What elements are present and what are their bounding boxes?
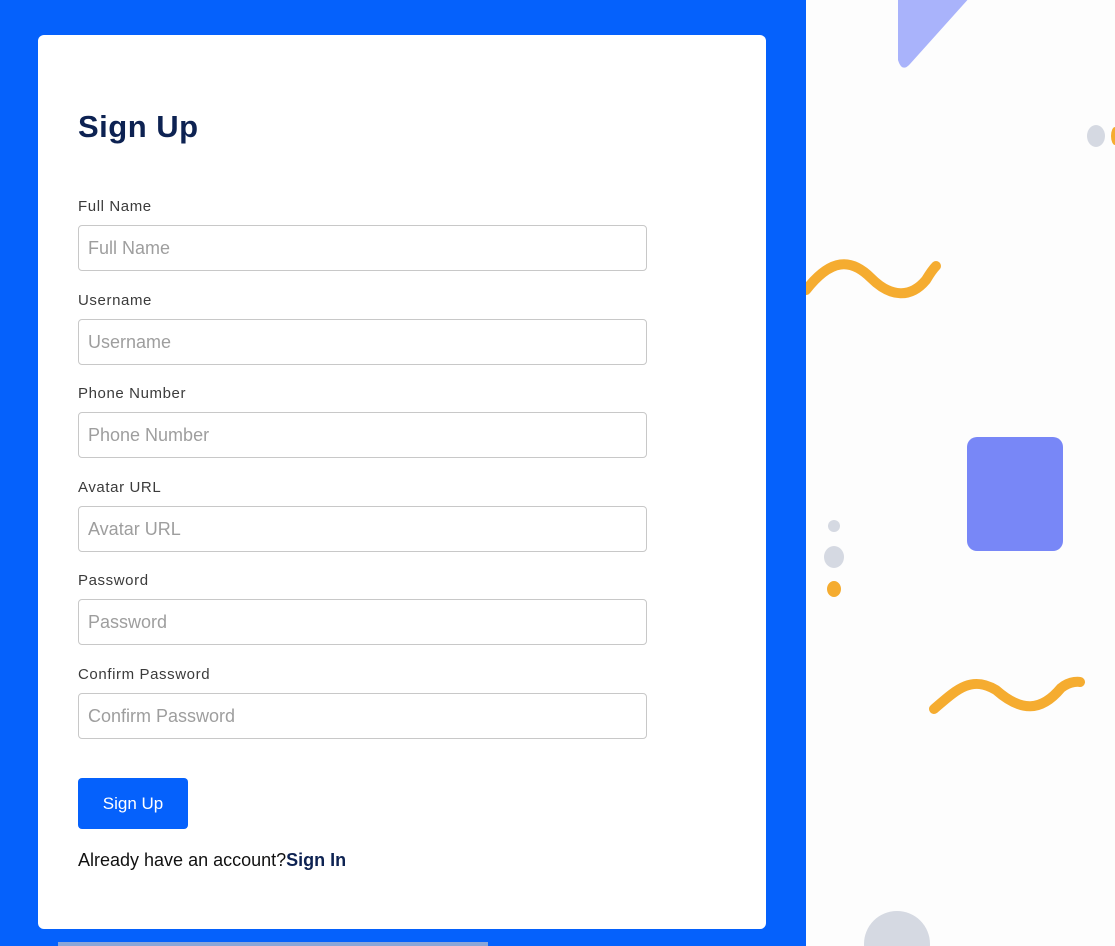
orange-dot-shape (1111, 127, 1115, 145)
password-input[interactable] (78, 599, 647, 645)
signin-prompt: Already have an account?Sign In (78, 850, 346, 871)
gray-circle-shape (864, 911, 930, 946)
username-label: Username (78, 292, 152, 309)
phone-number-label: Phone Number (78, 385, 187, 402)
confirm-password-input[interactable] (78, 693, 647, 739)
signin-prompt-text: Already have an account? (78, 850, 287, 870)
orange-dot-shape (827, 581, 841, 597)
page-title: Sign Up (78, 109, 199, 144)
square-shape (967, 437, 1063, 551)
scrollbar-track (58, 942, 488, 946)
signup-card: Sign Up Full Name Username Phone Number … (38, 35, 766, 929)
decor-shapes (806, 0, 1115, 946)
full-name-label: Full Name (78, 198, 152, 215)
username-input[interactable] (78, 319, 647, 365)
password-label: Password (78, 572, 149, 589)
squiggle-shape (929, 676, 1085, 714)
gray-dot-shape (828, 520, 840, 532)
squiggle-shape (806, 259, 941, 299)
full-name-input[interactable] (78, 225, 647, 271)
decorative-illustration (806, 0, 1115, 946)
form-panel: Sign Up Full Name Username Phone Number … (0, 0, 806, 946)
triangle-shape (898, 0, 968, 68)
avatar-url-label: Avatar URL (78, 479, 162, 496)
gray-dot-shape (824, 546, 844, 568)
sign-in-link[interactable]: Sign In (286, 850, 346, 870)
gray-dot-shape (1087, 125, 1105, 147)
phone-number-input[interactable] (78, 412, 647, 458)
confirm-password-label: Confirm Password (78, 666, 211, 683)
avatar-url-input[interactable] (78, 506, 647, 552)
signup-page: Sign Up Full Name Username Phone Number … (0, 0, 1115, 946)
sign-up-button[interactable]: Sign Up (78, 778, 188, 829)
